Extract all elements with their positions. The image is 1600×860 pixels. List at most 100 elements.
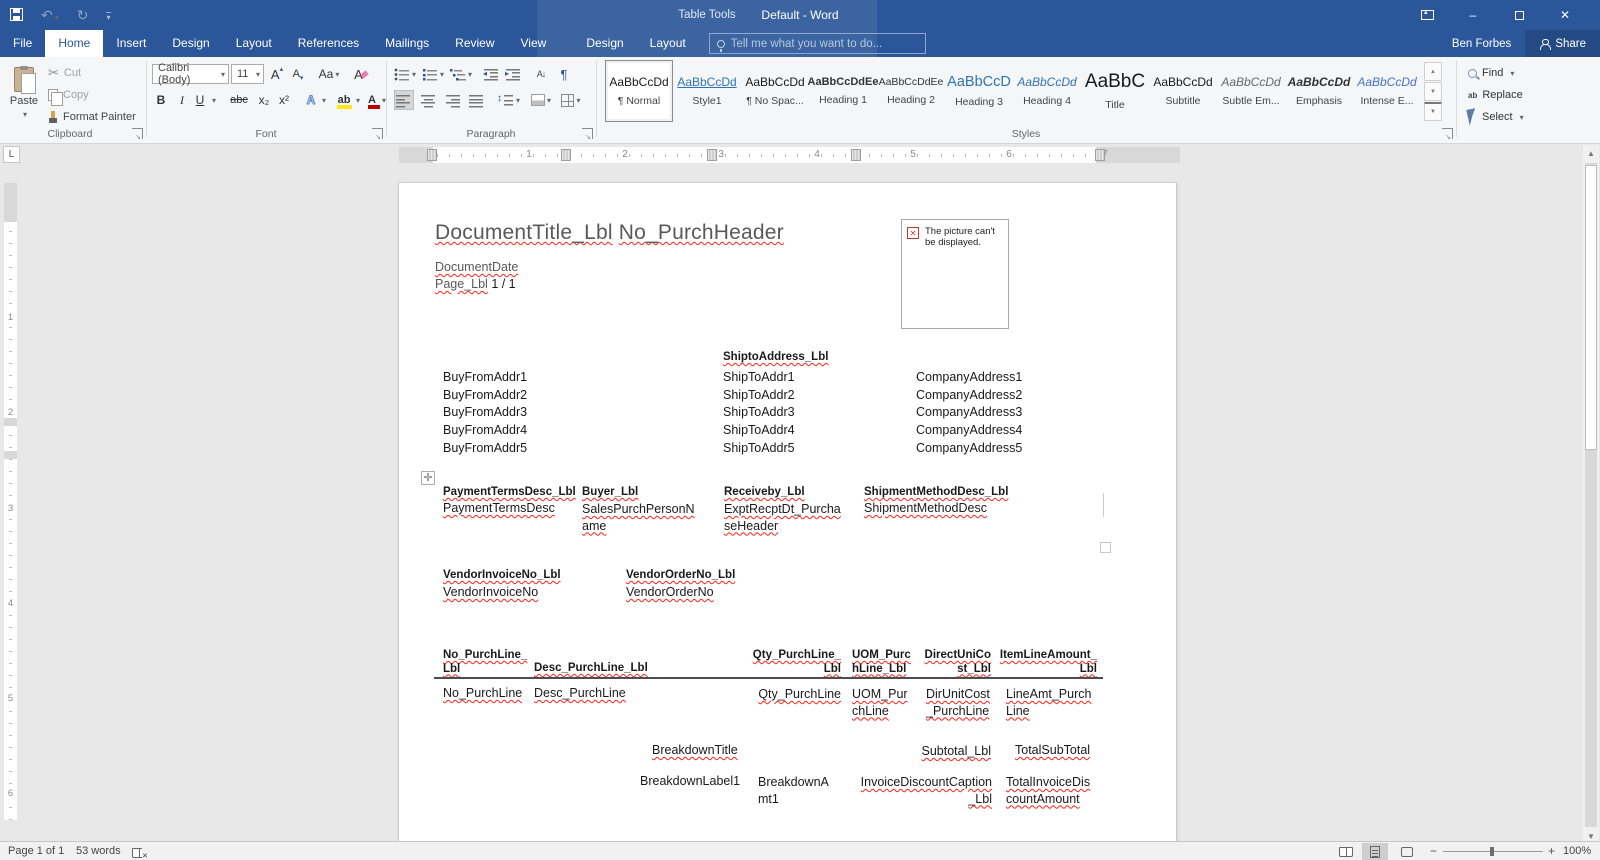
tab-home[interactable]: Home [45,30,104,57]
scrollbar-track[interactable] [1585,163,1597,827]
select-button[interactable]: Select ▾ [1466,107,1524,127]
font-name-combo[interactable]: Calibri (Body) ▾ [152,62,229,86]
tab-table-layout[interactable]: Layout [637,30,699,57]
text-effects-dropdown[interactable]: ▾ [318,90,328,110]
tab-stop-selector[interactable]: L [3,146,20,163]
grow-font-button[interactable]: A ▴ [268,64,286,84]
table-column-marker[interactable] [707,149,717,161]
justify-button[interactable] [466,90,486,110]
bullets-button[interactable]: ▾ [394,64,416,84]
paste-button[interactable]: Paste ▾ [4,61,44,131]
close-button[interactable]: ✕ [1542,0,1588,30]
tab-references[interactable]: References [285,30,372,57]
tab-file[interactable]: File [0,30,45,57]
zoom-level[interactable]: 100% [1563,842,1591,860]
style-no-spacing[interactable]: AaBbCcDd ¶ No Spac... [741,60,809,122]
styles-dialog-launcher[interactable] [1442,128,1453,139]
borders-button[interactable]: ▾ [558,90,584,110]
scroll-up-button[interactable]: ▲ [1583,145,1599,162]
style-style1[interactable]: AaBbCcDd Style1 [673,60,741,122]
find-button[interactable]: Find ▾ [1468,63,1514,83]
shrink-font-button[interactable]: A ▾ [289,64,307,84]
clear-formatting-button[interactable]: A [350,64,372,84]
tell-me-box[interactable]: Tell me what you want to do... [708,33,926,54]
tab-insert[interactable]: Insert [103,30,159,57]
align-center-button[interactable] [418,90,438,110]
increase-indent-button[interactable] [504,64,522,84]
table-column-marker[interactable] [1095,149,1105,161]
proofing-errors-button[interactable] [132,846,148,860]
save-button[interactable] [10,7,23,23]
font-size-combo[interactable]: 11 ▾ [231,64,264,84]
show-formatting-button[interactable]: ¶ [556,64,572,84]
multilevel-list-button[interactable]: ▾ [450,64,472,84]
tab-table-design[interactable]: Design [573,30,636,57]
vertical-scrollbar[interactable]: ▲ ▼ [1583,145,1599,841]
clipboard-dialog-launcher[interactable] [132,128,143,139]
italic-button[interactable]: I [174,90,190,110]
style-intense-emphasis[interactable]: AaBbCcDd Intense E... [1353,60,1421,122]
zoom-in-button[interactable]: + [1548,842,1555,860]
sort-button[interactable]: A↓ [530,64,552,84]
scrollbar-thumb[interactable] [1585,165,1597,450]
style-heading4[interactable]: AaBbCcDd Heading 4 [1013,60,1081,122]
table-move-handle[interactable]: ✛ [421,471,435,485]
style-heading2[interactable]: AaBbCcDdEe Heading 2 [877,60,945,122]
strikethrough-button[interactable]: abc [226,90,252,110]
styles-scroll-up-button[interactable]: ▲ [1424,62,1442,81]
signed-in-user[interactable]: Ben Forbes [1438,38,1525,50]
table-column-marker[interactable] [851,149,861,161]
tab-view[interactable]: View [508,30,560,57]
document-page[interactable]: DocumentTitle_Lbl No_PurchHeader Documen… [399,183,1176,841]
style-subtle-emphasis[interactable]: AaBbCcDd Subtle Em... [1217,60,1285,122]
broken-picture-placeholder[interactable]: ✕ The picture can't be displayed. [901,219,1009,329]
minimize-button[interactable]: – [1450,0,1496,30]
highlight-button[interactable]: ab [334,90,354,110]
table-column-marker[interactable] [561,149,571,161]
copy-button[interactable]: Copy [48,85,89,106]
redo-button[interactable]: ↻ [77,8,89,22]
align-right-button[interactable] [442,90,462,110]
bold-button[interactable]: B [152,90,170,110]
style-emphasis[interactable]: AaBbCcDd Emphasis [1285,60,1353,122]
style-heading1[interactable]: AaBbCcDdEe Heading 1 [808,60,879,122]
page-indicator[interactable]: Page 1 of 1 [8,842,64,860]
style-normal[interactable]: AaBbCcDd ¶ Normal [605,60,673,122]
tab-design[interactable]: Design [159,30,222,57]
undo-button[interactable]: ↶ ▾ [41,8,59,22]
change-case-button[interactable]: Aa ▾ [316,64,342,84]
replace-button[interactable]: ab Replace [1468,85,1523,105]
ribbon-display-options-button[interactable] [1404,0,1450,30]
table-row-marker[interactable] [4,418,17,426]
styles-gallery-more-button[interactable]: ▼ [1424,102,1442,121]
table-row-marker[interactable] [4,451,17,459]
font-dialog-launcher[interactable] [372,128,383,139]
print-layout-button[interactable] [1362,843,1388,860]
customize-qat-button[interactable]: ▾ [106,8,111,22]
line-spacing-button[interactable]: ▾ [496,90,522,110]
tab-review[interactable]: Review [442,30,507,57]
decrease-indent-button[interactable] [482,64,500,84]
style-title[interactable]: AaBbC Title [1081,60,1149,122]
scroll-down-button[interactable]: ▼ [1583,828,1599,841]
tab-mailings[interactable]: Mailings [372,30,442,57]
web-layout-button[interactable] [1394,843,1420,860]
table-resize-handle[interactable] [1100,542,1111,553]
superscript-button[interactable]: x² [274,90,294,110]
word-count[interactable]: 53 words [76,842,121,860]
style-subtitle[interactable]: AaBbCcDd Subtitle [1149,60,1217,122]
format-painter-button[interactable]: Format Painter [48,107,136,127]
styles-scroll-down-button[interactable]: ▼ [1424,82,1442,101]
shading-button[interactable]: ▾ [528,90,554,110]
paragraph-dialog-launcher[interactable] [582,128,593,139]
numbering-button[interactable]: ▾ [422,64,444,84]
subscript-button[interactable]: x₂ [254,90,274,110]
table-column-marker[interactable] [427,149,437,161]
cut-button[interactable]: ✂ Cut [48,63,81,83]
underline-dropdown[interactable]: ▾ [208,90,218,110]
share-button[interactable]: Share [1525,30,1600,57]
zoom-slider-thumb[interactable] [1490,847,1494,856]
restore-button[interactable] [1496,0,1542,30]
tab-layout[interactable]: Layout [223,30,285,57]
zoom-out-button[interactable]: − [1430,842,1437,860]
